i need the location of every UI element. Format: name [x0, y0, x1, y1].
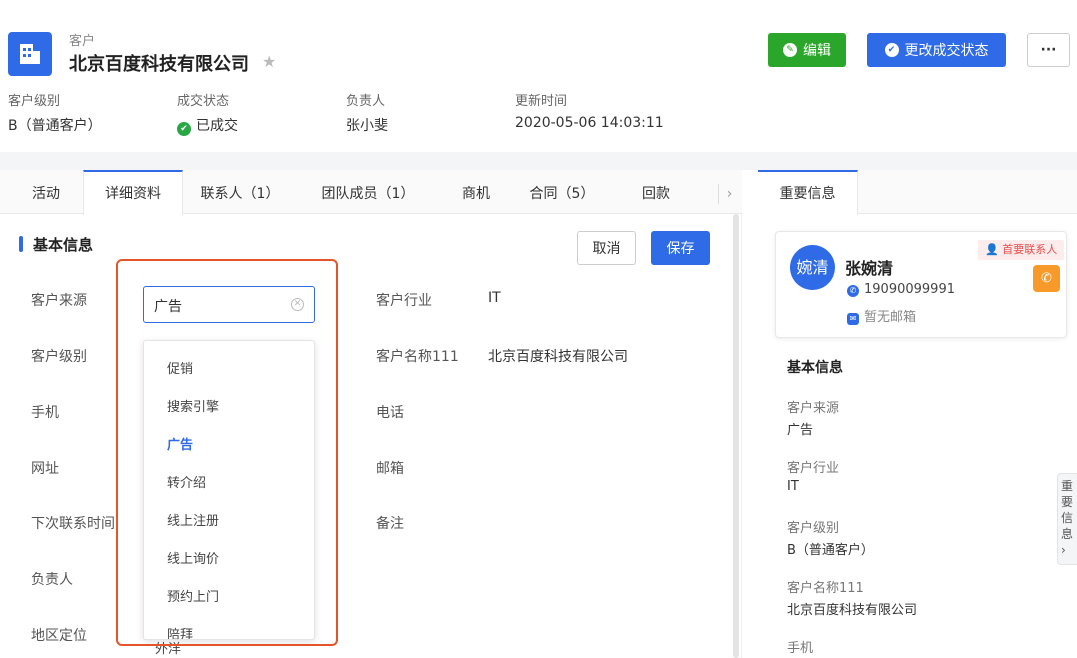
- chevron-right-icon: ›: [1061, 543, 1066, 557]
- field-label-next-contact: 下次联系时间: [31, 516, 115, 532]
- change-status-button[interactable]: ✔ 更改成交状态: [867, 33, 1006, 67]
- primary-contact-label: 首要联系人: [1002, 243, 1058, 256]
- tab-contacts[interactable]: 联系人（1）: [190, 170, 290, 214]
- side-tab-label: 重要信息: [1061, 479, 1074, 541]
- info-value-industry: IT: [787, 479, 799, 494]
- avatar: 婉清: [790, 245, 835, 290]
- company-logo-icon: [8, 32, 52, 76]
- info-label-mobile: 手机: [787, 641, 814, 656]
- contact-phone-value: 19090099991: [864, 282, 955, 297]
- pencil-icon: ✎: [783, 43, 797, 57]
- contact-phone: ✆ 19090099991: [847, 282, 955, 297]
- scrollbar[interactable]: [733, 214, 739, 658]
- meta-label-deal-status: 成交状态: [177, 94, 230, 109]
- check-circle-icon: ✔: [884, 43, 899, 57]
- tab-opportunities[interactable]: 商机: [446, 170, 506, 214]
- field-value-industry[interactable]: IT: [488, 290, 501, 306]
- right-section-title: 基本信息: [787, 360, 843, 376]
- section-title: 基本信息: [33, 236, 94, 254]
- field-label-source: 客户来源: [31, 293, 87, 309]
- meta-value-deal-status: 已成交: [196, 118, 238, 134]
- field-label-mobile: 手机: [31, 405, 59, 421]
- info-value-level: B（普通客户）: [787, 543, 874, 558]
- save-button[interactable]: 保存: [651, 231, 710, 265]
- field-label-remark: 备注: [376, 516, 404, 532]
- field-label-region: 地区定位: [31, 628, 87, 644]
- meta-label-level: 客户级别: [8, 94, 61, 109]
- info-value-customer-name: 北京百度科技有限公司: [787, 603, 918, 618]
- meta-label-owner: 负责人: [346, 94, 386, 109]
- divider-band: [0, 152, 1077, 170]
- tab-contracts[interactable]: 合同（5）: [522, 170, 602, 214]
- field-label-website: 网址: [31, 461, 59, 477]
- chevron-right-icon[interactable]: ›: [718, 184, 740, 204]
- tab-important-info[interactable]: 重要信息: [758, 170, 858, 215]
- meta-deal-status: ✔ 已成交: [177, 115, 238, 136]
- more-button[interactable]: ···: [1027, 33, 1070, 67]
- info-value-source: 广告: [787, 423, 814, 438]
- contact-email-value: 暂无邮箱: [864, 310, 917, 325]
- field-label-customer-name: 客户名称111: [376, 349, 459, 365]
- tab-activity[interactable]: 活动: [8, 170, 84, 214]
- primary-contact-badge: 👤 首要联系人: [978, 240, 1065, 260]
- edit-button[interactable]: ✎ 编辑: [768, 33, 846, 67]
- change-status-label: 更改成交状态: [904, 43, 989, 59]
- info-label-customer-name: 客户名称111: [787, 581, 864, 596]
- contact-email: ✉ 暂无邮箱: [847, 306, 916, 325]
- meta-label-updated: 更新时间: [515, 94, 568, 109]
- section-marker: [19, 236, 23, 252]
- phone-call-icon[interactable]: ✆: [1033, 265, 1060, 292]
- field-label-industry: 客户行业: [376, 293, 432, 309]
- field-label-email: 邮箱: [376, 461, 404, 477]
- info-label-source: 客户来源: [787, 401, 840, 416]
- meta-value-owner: 张小斐: [346, 118, 388, 134]
- success-check-icon: ✔: [177, 122, 191, 136]
- mail-icon: ✉: [847, 313, 859, 325]
- highlight-box: [116, 259, 338, 646]
- field-label-phone: 电话: [376, 405, 404, 421]
- page-title: 北京百度科技有限公司: [69, 54, 249, 75]
- cancel-button[interactable]: 取消: [577, 231, 636, 265]
- person-icon: 👤: [985, 243, 1003, 256]
- meta-value-updated: 2020-05-06 14:03:11: [515, 115, 664, 131]
- star-icon[interactable]: ★: [262, 52, 276, 71]
- field-value-customer-name[interactable]: 北京百度科技有限公司: [488, 346, 628, 366]
- edit-button-label: 编辑: [803, 43, 831, 59]
- contact-name[interactable]: 张婉清: [845, 255, 893, 279]
- tab-details[interactable]: 详细资料: [83, 170, 183, 215]
- tab-team-members[interactable]: 团队成员（1）: [310, 170, 426, 214]
- side-tab-important-info[interactable]: 重要信息 ›: [1057, 473, 1077, 565]
- tab-payments[interactable]: 回款: [628, 170, 684, 214]
- info-label-level: 客户级别: [787, 521, 840, 536]
- field-label-level: 客户级别: [31, 349, 87, 365]
- phone-icon: ✆: [847, 285, 859, 297]
- entity-type-label: 客户: [69, 34, 96, 49]
- meta-value-level: B（普通客户）: [8, 118, 102, 134]
- field-label-owner: 负责人: [31, 572, 73, 588]
- info-label-industry: 客户行业: [787, 461, 840, 476]
